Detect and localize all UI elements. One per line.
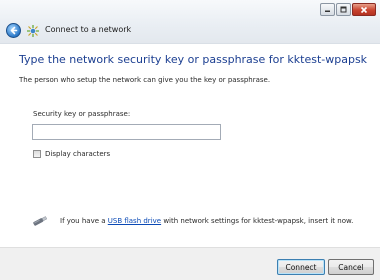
connect-button[interactable]: Connect [277,259,325,275]
usb-drive-icon [33,216,48,226]
close-button[interactable] [352,3,376,16]
minimize-icon [325,10,330,12]
window-controls [320,3,376,17]
button-bar: Connect Cancel [0,247,380,280]
close-icon [360,6,368,13]
minimize-button[interactable] [320,3,335,16]
usb-hint-prefix: If you have a [60,217,108,225]
window-title: Connect to a network [45,25,132,34]
usb-hint: If you have a USB flash drive with netwo… [60,217,353,225]
security-key-input[interactable] [32,124,221,140]
page-description: The person who setup the network can giv… [19,76,271,84]
display-characters-label: Display characters [45,150,111,158]
page-heading: Type the network security key or passphr… [19,53,368,66]
display-characters-option[interactable]: Display characters [33,149,110,159]
usb-hint-suffix: with network settings for kktest-wpapsk,… [161,217,354,225]
title-bar: Connect to a network [0,0,380,44]
back-arrow-icon [10,26,18,35]
maximize-button[interactable] [336,3,351,16]
display-characters-checkbox[interactable] [33,150,41,158]
usb-flash-drive-link[interactable]: USB flash drive [108,217,161,225]
network-icon [27,25,39,37]
security-key-label: Security key or passphrase: [33,110,131,118]
maximize-icon [340,6,347,13]
cancel-button[interactable]: Cancel [328,259,374,275]
back-button[interactable] [6,23,21,38]
